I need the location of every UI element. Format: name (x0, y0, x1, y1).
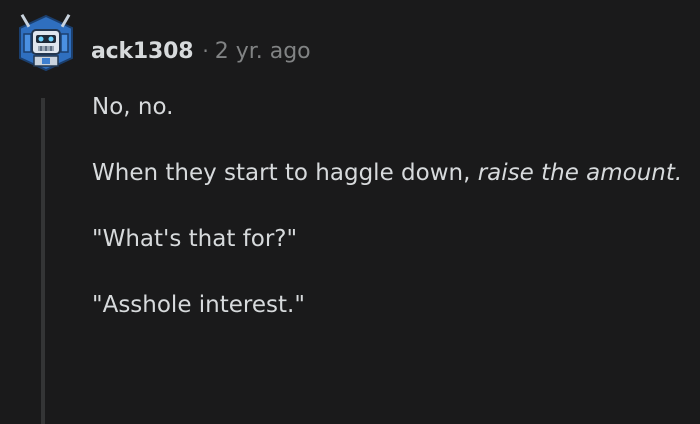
robot-avatar-icon (19, 13, 73, 72)
comment-paragraph: "Asshole interest." (92, 284, 688, 326)
paragraph-text: "Asshole interest." (92, 292, 305, 318)
meta-separator: · (202, 39, 209, 63)
comment-timestamp[interactable]: 2 yr. ago (215, 39, 311, 64)
user-avatar[interactable] (16, 12, 76, 74)
comment-paragraph: When they start to haggle down, raise th… (92, 152, 688, 194)
comment-meta: ack1308 · 2 yr. ago (91, 34, 311, 68)
paragraph-text: "What's that for?" (92, 226, 298, 252)
italic-text: raise the amount. (477, 160, 683, 186)
comment-paragraph: "What's that for?" (92, 218, 688, 260)
paragraph-text: No, no. (92, 94, 174, 120)
comment-body: No, no. When they start to haggle down, … (92, 86, 688, 350)
thread-collapse-line[interactable] (41, 98, 45, 424)
comment: ack1308 · 2 yr. ago No, no. When they st… (0, 0, 700, 424)
comment-paragraph: No, no. (92, 86, 688, 128)
username-link[interactable]: ack1308 (91, 39, 194, 64)
paragraph-text: When they start to haggle down, (92, 160, 478, 186)
